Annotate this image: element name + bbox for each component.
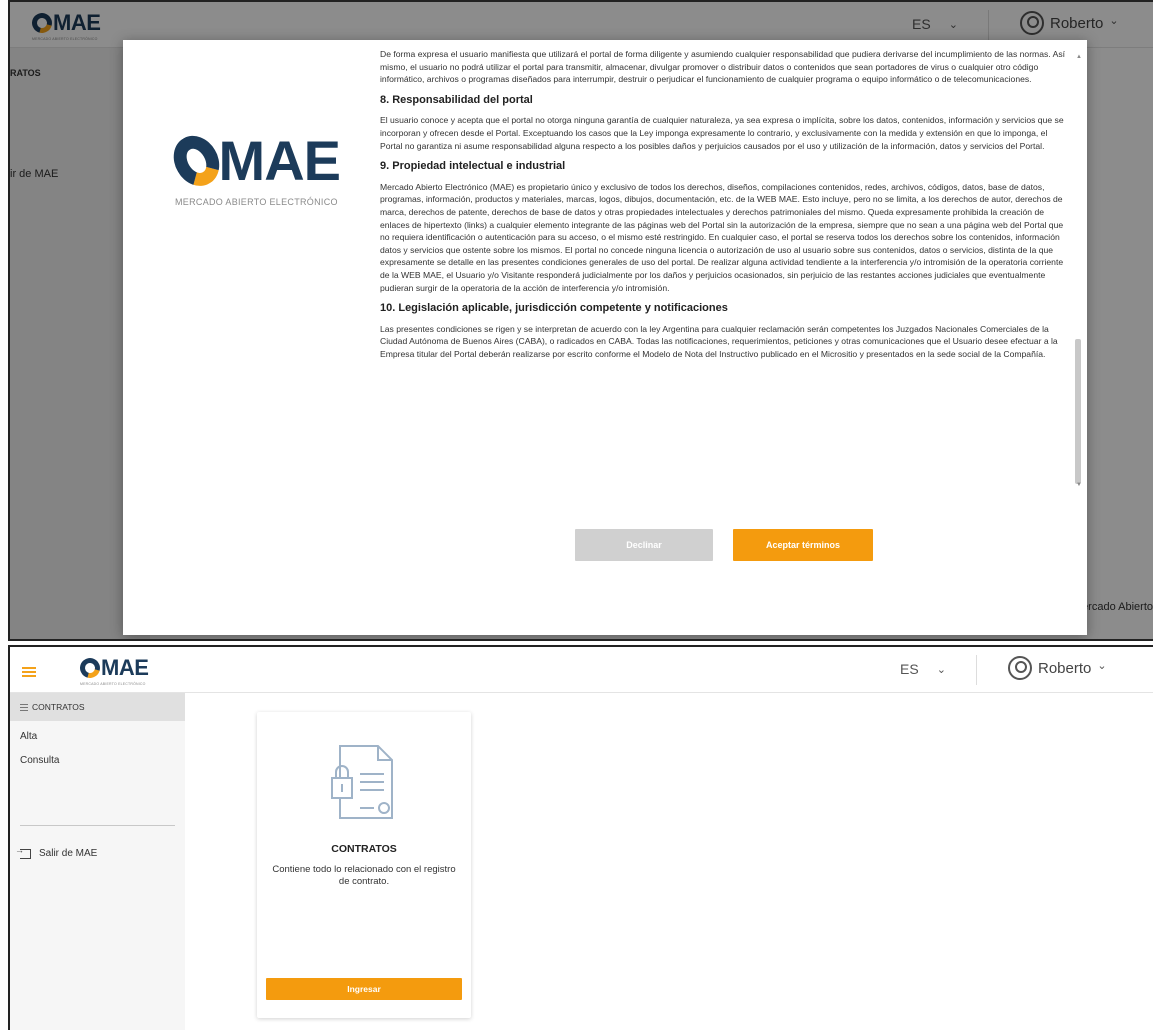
- terms-modal: MAE MERCADO ABIERTO ELECTRÓNICO De forma…: [123, 40, 1087, 635]
- dashboard-screen: MAE MERCADO ABIERTO ELECTRÓNICO ES ⌄ Rob…: [8, 645, 1153, 1030]
- sidebar-divider: [20, 825, 175, 826]
- terms-heading-9: 9. Propiedad intelectual e industrial: [380, 160, 566, 173]
- scroll-up-icon[interactable]: ▲: [1076, 54, 1082, 60]
- bottom-header-logo[interactable]: MAE MERCADO ABIERTO ELECTRÓNICO: [76, 654, 149, 686]
- sidebar-item-alta[interactable]: Alta: [20, 731, 37, 742]
- terms-heading-10: 10. Legislación aplicable, jurisdicción …: [380, 302, 728, 315]
- terms-intro: De forma expresa el usuario manifiesta q…: [380, 49, 1066, 85]
- terms-heading-8: 8. Responsabilidad del portal: [380, 93, 533, 106]
- chevron-down-icon: ⌄: [1097, 659, 1107, 672]
- terms-scrollbar[interactable]: ▲ ▼: [1073, 54, 1083, 490]
- exit-icon: [15, 845, 31, 859]
- terms-body-10: Las presentes condiciones se rigen y se …: [380, 323, 1058, 359]
- sidebar: CONTRATOS Alta Consulta Salir de MAE: [10, 693, 185, 1030]
- card-title: CONTRATOS: [331, 843, 397, 855]
- sidebar-item-exit[interactable]: Salir de MAE: [15, 845, 97, 860]
- header-divider: [976, 655, 977, 685]
- terms-body-8: El usuario conoce y acepta que el portal…: [380, 115, 1064, 151]
- user-menu[interactable]: Roberto ⌄: [1008, 656, 1107, 680]
- card-description: Contiene todo lo relacionado con el regi…: [272, 864, 456, 887]
- scrollbar-thumb[interactable]: [1075, 339, 1081, 484]
- contratos-card: CONTRATOS Contiene todo lo relacionado c…: [257, 712, 471, 1018]
- contract-document-icon: [331, 745, 393, 819]
- decline-button[interactable]: Declinar: [575, 529, 713, 561]
- hamburger-icon[interactable]: [22, 667, 36, 677]
- logo-mark-icon: [76, 654, 104, 682]
- terms-body-9: Mercado Abierto Electrónico (MAE) es pro…: [380, 181, 1064, 293]
- ingresar-button[interactable]: Ingresar: [266, 978, 462, 1000]
- terms-text[interactable]: De forma expresa el usuario manifiesta q…: [380, 48, 1070, 488]
- scroll-down-icon[interactable]: ▼: [1076, 482, 1082, 488]
- user-icon: [1008, 656, 1032, 680]
- sidebar-section-contratos[interactable]: CONTRATOS: [10, 693, 185, 721]
- chevron-down-icon: ⌄: [936, 663, 946, 676]
- sidebar-item-consulta[interactable]: Consulta: [20, 755, 59, 766]
- terms-screen: MAE MERCADO ABIERTO ELECTRÓNICO ES ⌄ Rob…: [8, 0, 1153, 641]
- modal-logo: MAE MERCADO ABIERTO ELECTRÓNICO: [164, 127, 341, 207]
- accept-terms-button[interactable]: Aceptar términos: [733, 529, 873, 561]
- language-select[interactable]: ES ⌄: [900, 661, 946, 677]
- bottom-header: MAE MERCADO ABIERTO ELECTRÓNICO ES ⌄ Rob…: [10, 647, 1153, 693]
- menu-icon: [20, 703, 28, 711]
